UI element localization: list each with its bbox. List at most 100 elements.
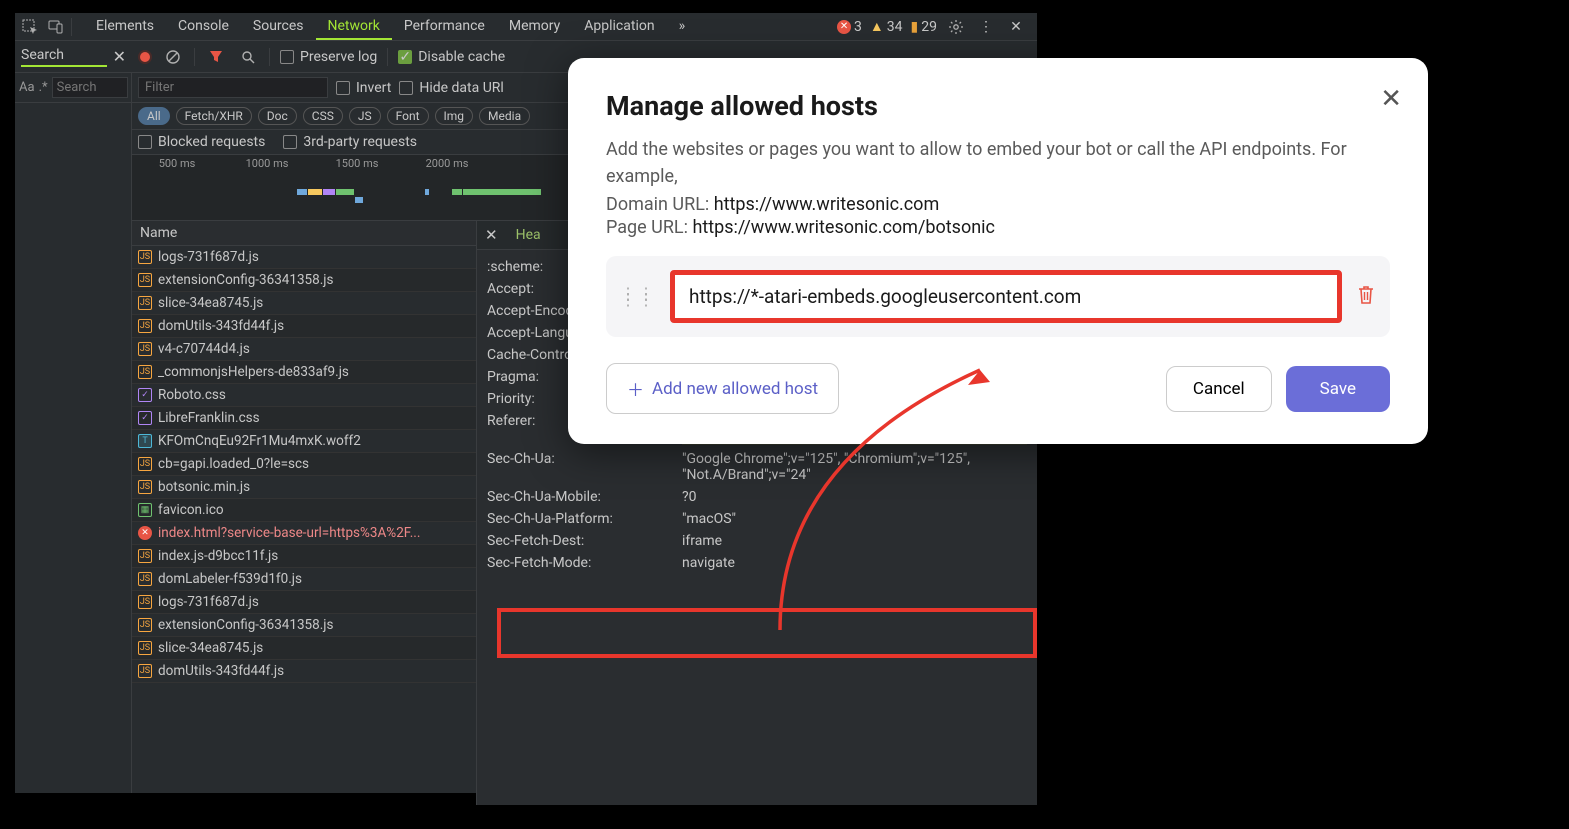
inspect-icon[interactable] (19, 16, 41, 38)
request-row[interactable]: ✓LibreFranklin.css (132, 407, 476, 430)
filter-funnel-icon[interactable] (205, 46, 227, 68)
request-name: extensionConfig-36341358.js (158, 272, 333, 288)
close-search-icon[interactable]: ✕ (113, 47, 126, 66)
request-row[interactable]: JSslice-34ea8745.js (132, 637, 476, 660)
preserve-log-checkbox[interactable]: Preserve log (280, 49, 377, 65)
tab-application[interactable]: Application (572, 14, 666, 40)
close-devtools-icon[interactable]: ✕ (1005, 16, 1027, 38)
request-row[interactable]: ✓Roboto.css (132, 384, 476, 407)
blocked-requests-checkbox[interactable]: Blocked requests (138, 134, 265, 150)
header-value: "macOS" (682, 511, 1027, 527)
blocked-label: Blocked requests (158, 134, 265, 150)
disable-cache-checkbox[interactable]: ✓Disable cache (398, 49, 505, 65)
third-party-label: 3rd-party requests (303, 134, 417, 150)
host-url-input[interactable] (670, 270, 1342, 323)
save-button[interactable]: Save (1286, 366, 1390, 412)
request-row[interactable]: JSdomUtils-343fd44f.js (132, 660, 476, 683)
drag-handle-icon[interactable]: ⋮⋮⋮⋮ (620, 291, 656, 303)
request-row[interactable]: JScb=gapi.loaded_0?le=scs (132, 453, 476, 476)
tab-console[interactable]: Console (166, 14, 241, 40)
request-row[interactable]: TKFOmCnqEu92Fr1Mu4mxK.woff2 (132, 430, 476, 453)
request-row[interactable]: JSslice-34ea8745.js (132, 292, 476, 315)
file-type-icon: JS (138, 572, 152, 586)
file-type-icon: JS (138, 296, 152, 310)
tab-network[interactable]: Network (316, 14, 392, 40)
kebab-menu-icon[interactable]: ⋮ (975, 16, 997, 38)
hide-data-url-checkbox[interactable]: Hide data URl (399, 80, 503, 96)
tl-2000: 2000 ms (402, 157, 492, 170)
delete-host-icon[interactable] (1356, 284, 1376, 310)
error-badge[interactable]: ✕3 (837, 19, 862, 35)
request-row[interactable]: JSdomUtils-343fd44f.js (132, 315, 476, 338)
request-row[interactable]: JSdomLabeler-f539d1f0.js (132, 568, 476, 591)
header-value: iframe (682, 533, 1027, 549)
tab-sources[interactable]: Sources (241, 14, 316, 40)
pill-img[interactable]: Img (435, 107, 474, 125)
header-value: "Google Chrome";v="125", "Chromium";v="1… (682, 451, 1027, 483)
cancel-button[interactable]: Cancel (1166, 366, 1272, 412)
file-type-icon: JS (138, 664, 152, 678)
request-name: favicon.ico (158, 502, 224, 518)
device-toggle-icon[interactable] (45, 16, 67, 38)
request-row[interactable]: JSextensionConfig-36341358.js (132, 269, 476, 292)
search-icon[interactable] (237, 46, 259, 68)
modal-title: Manage allowed hosts (606, 90, 1390, 122)
header-key: Sec-Ch-Ua-Platform: (487, 511, 682, 527)
invert-checkbox[interactable]: Invert (336, 80, 391, 96)
record-button[interactable] (138, 50, 152, 64)
pill-font[interactable]: Font (387, 107, 429, 125)
pill-js[interactable]: JS (349, 107, 381, 125)
add-host-label: Add new allowed host (652, 379, 818, 399)
disable-cache-label: Disable cache (418, 49, 505, 65)
request-row[interactable]: JSbotsonic.min.js (132, 476, 476, 499)
request-name: v4-c70744d4.js (158, 341, 250, 357)
tab-elements[interactable]: Elements (84, 14, 166, 40)
settings-gear-icon[interactable] (945, 16, 967, 38)
request-name: logs-731f687d.js (158, 249, 259, 265)
request-row[interactable]: JS_commonjsHelpers-de833af9.js (132, 361, 476, 384)
file-type-icon: JS (138, 457, 152, 471)
close-detail-icon[interactable]: ✕ (477, 222, 506, 248)
tab-performance[interactable]: Performance (392, 14, 497, 40)
name-column-header[interactable]: Name (140, 225, 177, 241)
tab-memory[interactable]: Memory (497, 14, 572, 40)
request-row[interactable]: JSextensionConfig-36341358.js (132, 614, 476, 637)
tab-more-icon[interactable]: » (667, 14, 698, 40)
request-row[interactable]: JSlogs-731f687d.js (132, 591, 476, 614)
invert-label: Invert (356, 80, 391, 96)
search-panel-header: Search ✕ (15, 41, 132, 72)
request-list-header: Name (132, 221, 476, 246)
filter-input[interactable] (138, 77, 328, 98)
pill-css[interactable]: CSS (303, 107, 343, 125)
manage-hosts-modal: ✕ Manage allowed hosts Add the websites … (568, 58, 1428, 444)
file-type-icon: JS (138, 618, 152, 632)
search-tab-label[interactable]: Search (21, 47, 107, 67)
request-row[interactable]: JS logs-731f687d.js (132, 246, 476, 269)
request-list: Name JSlogs-731f687d.jsJSextensionConfig… (132, 221, 477, 805)
request-row[interactable]: ✕index.html?service-base-url=https%3A%2F… (132, 522, 476, 545)
info-badge[interactable]: ▮29 (911, 19, 937, 35)
request-row[interactable]: ▦favicon.ico (132, 499, 476, 522)
request-name: Roboto.css (158, 387, 226, 403)
file-type-icon: JS (138, 250, 152, 264)
pill-all[interactable]: All (138, 107, 170, 125)
clear-icon[interactable] (162, 46, 184, 68)
header-value: navigate (682, 555, 1027, 571)
pill-media[interactable]: Media (479, 107, 530, 125)
file-type-icon: JS (138, 595, 152, 609)
file-type-icon: JS (138, 365, 152, 379)
request-name: LibreFranklin.css (158, 410, 260, 426)
left-gutter (15, 73, 132, 793)
detail-tab-headers[interactable]: Hea (506, 221, 551, 249)
request-name: slice-34ea8745.js (158, 640, 263, 656)
request-row[interactable]: JSv4-c70744d4.js (132, 338, 476, 361)
pill-doc[interactable]: Doc (258, 107, 297, 125)
warning-badge[interactable]: ▲34 (870, 18, 903, 35)
pill-fetch-xhr[interactable]: Fetch/XHR (176, 107, 252, 125)
tl-1500: 1500 ms (312, 157, 402, 170)
close-modal-icon[interactable]: ✕ (1380, 84, 1402, 114)
add-host-button[interactable]: ＋Add new allowed host (606, 363, 839, 414)
third-party-checkbox[interactable]: 3rd-party requests (283, 134, 417, 150)
request-name: index.js-d9bcc11f.js (158, 548, 278, 564)
request-row[interactable]: JSindex.js-d9bcc11f.js (132, 545, 476, 568)
